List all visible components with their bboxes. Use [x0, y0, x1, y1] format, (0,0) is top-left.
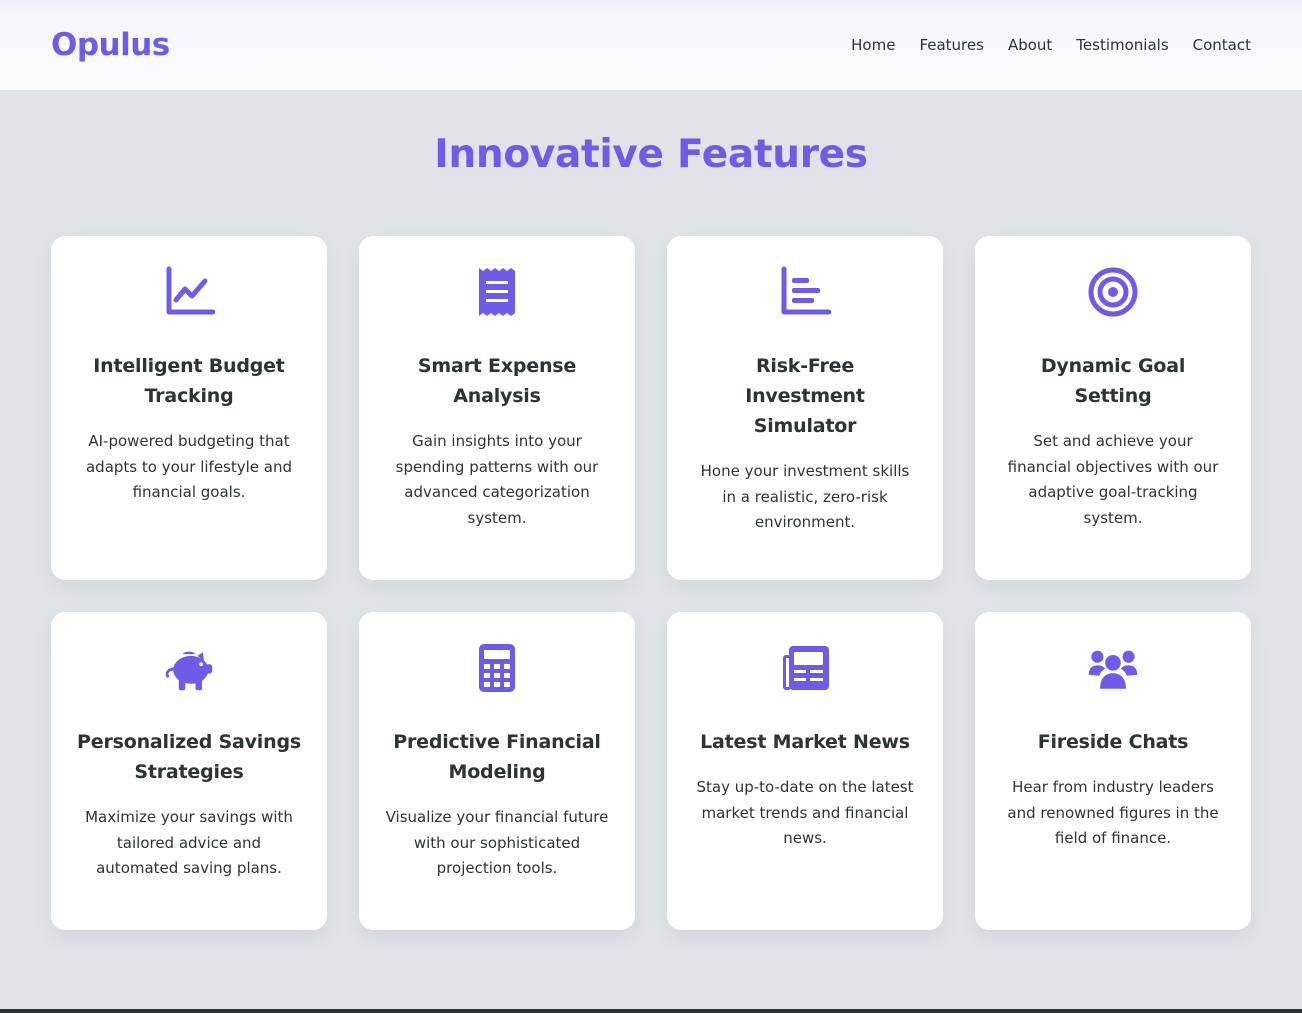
- chart-bar-icon: [779, 266, 831, 318]
- nav-link-home[interactable]: Home: [851, 36, 895, 54]
- feature-description: Hear from industry leaders and renowned …: [1007, 778, 1219, 847]
- feature-description: Stay up-to-date on the latest market tre…: [696, 778, 914, 847]
- feature-title: Dynamic Goal Setting: [1040, 355, 1186, 407]
- bullseye-icon: [1087, 266, 1139, 318]
- feature-card-savings-strategies: Personalized Savings Strategies Maximize…: [51, 612, 327, 930]
- feature-title: Personalized Savings Strategies: [77, 731, 301, 783]
- piggy-bank-icon: [163, 642, 215, 694]
- nav-link-about[interactable]: About: [1008, 36, 1052, 54]
- users-icon: [1087, 642, 1139, 694]
- feature-title: Predictive Financial Modeling: [393, 731, 601, 783]
- feature-description: Gain insights into your spending pattern…: [395, 432, 599, 527]
- feature-description: Hone your investment skills in a realist…: [700, 462, 910, 531]
- feature-description: Set and achieve your financial objective…: [1007, 432, 1219, 527]
- nav-link-features[interactable]: Features: [919, 36, 984, 54]
- feature-card-market-news: Latest Market News Stay up-to-date on th…: [667, 612, 943, 930]
- feature-title: Intelligent Budget Tracking: [93, 355, 285, 407]
- newspaper-icon: [779, 642, 831, 694]
- section-title: Innovative Features: [434, 132, 868, 177]
- feature-title: Risk-Free Investment Simulator: [745, 355, 865, 437]
- nav-link-contact[interactable]: Contact: [1193, 36, 1251, 54]
- feature-title: Smart Expense Analysis: [417, 355, 577, 407]
- feature-card-financial-modeling: Predictive Financial Modeling Visualize …: [359, 612, 635, 930]
- chart-line-icon: [163, 266, 215, 318]
- footer-edge: [0, 1009, 1302, 1013]
- feature-title: Fireside Chats: [1037, 731, 1189, 753]
- feature-card-expense-analysis: Smart Expense Analysis Gain insights int…: [359, 236, 635, 580]
- feature-description: Maximize your savings with tailored advi…: [85, 808, 293, 877]
- nav-link-testimonials[interactable]: Testimonials: [1076, 36, 1168, 54]
- feature-card-goal-setting: Dynamic Goal Setting Set and achieve you…: [975, 236, 1251, 580]
- features-grid: Intelligent Budget Tracking AI-powered b…: [51, 236, 1251, 930]
- feature-title: Latest Market News: [700, 731, 910, 753]
- feature-description: Visualize your financial future with our…: [385, 808, 609, 877]
- feature-card-fireside-chats: Fireside Chats Hear from industry leader…: [975, 612, 1251, 930]
- main-nav: Home Features About Testimonials Contact: [851, 36, 1251, 54]
- site-header: Opulus Home Features About Testimonials …: [0, 0, 1302, 90]
- feature-card-budget-tracking: Intelligent Budget Tracking AI-powered b…: [51, 236, 327, 580]
- calculator-icon: [471, 642, 523, 694]
- feature-description: AI-powered budgeting that adapts to your…: [85, 432, 292, 501]
- brand-logo[interactable]: Opulus: [51, 27, 170, 63]
- receipt-icon: [471, 266, 523, 318]
- feature-card-investment-simulator: Risk-Free Investment Simulator Hone your…: [667, 236, 943, 580]
